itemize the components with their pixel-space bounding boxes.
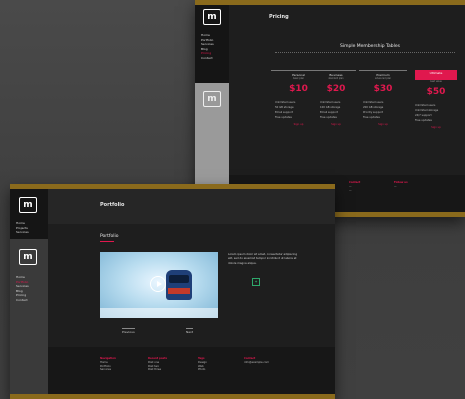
play-icon[interactable] — [150, 276, 166, 292]
section-title: Portfolio — [100, 234, 119, 239]
portfolio-window: m Home Projects Services m Home Portfoli… — [10, 184, 335, 399]
featured-ribbon: Ultimate — [415, 70, 457, 80]
plan-column: Premium advanced plan $30 Unlimited user… — [359, 70, 407, 156]
plan-column-featured: Ultimate best value $50 Unlimited users … — [411, 70, 461, 156]
header — [48, 189, 335, 224]
signup-button[interactable]: Sign up — [359, 123, 407, 126]
nav-item[interactable]: Services — [16, 230, 29, 235]
share-icon[interactable]: ✦ — [252, 278, 260, 286]
sidebar: m Home Portfolio Services Blog Pricing C… — [195, 5, 229, 212]
page-title: Pricing — [269, 14, 289, 20]
video-thumbnail[interactable] — [100, 252, 218, 318]
thumb-label[interactable]: Next — [186, 328, 193, 334]
pricing-heading: Simple Membership Tables — [339, 44, 401, 49]
bottom-bar — [10, 394, 335, 399]
nav-item[interactable]: Contact — [201, 56, 214, 61]
car-image — [166, 270, 192, 300]
top-bar — [195, 0, 465, 5]
plan-column: Business standard plan $20 Unlimited use… — [316, 70, 356, 156]
footer: Navigation Home Portfolio Services Recen… — [48, 347, 335, 394]
logo[interactable]: m — [203, 9, 221, 25]
pricing-table: Personal basic plan $10 Unlimited users … — [271, 70, 461, 156]
logo-secondary: m — [203, 91, 221, 107]
nav-item[interactable]: Contact — [16, 298, 29, 303]
logo[interactable]: m — [19, 197, 37, 213]
signup-button[interactable]: Sign up — [411, 126, 461, 129]
logo-secondary: m — [19, 249, 37, 265]
signup-button[interactable]: Sign up — [316, 123, 356, 126]
sidebar: m Home Projects Services m Home Portfoli… — [10, 189, 48, 394]
page-title: Portfolio — [100, 202, 125, 208]
project-description: Lorem ipsum dolor sit amet, consectetur … — [228, 252, 298, 265]
thumb-label[interactable]: Previous — [122, 328, 135, 334]
